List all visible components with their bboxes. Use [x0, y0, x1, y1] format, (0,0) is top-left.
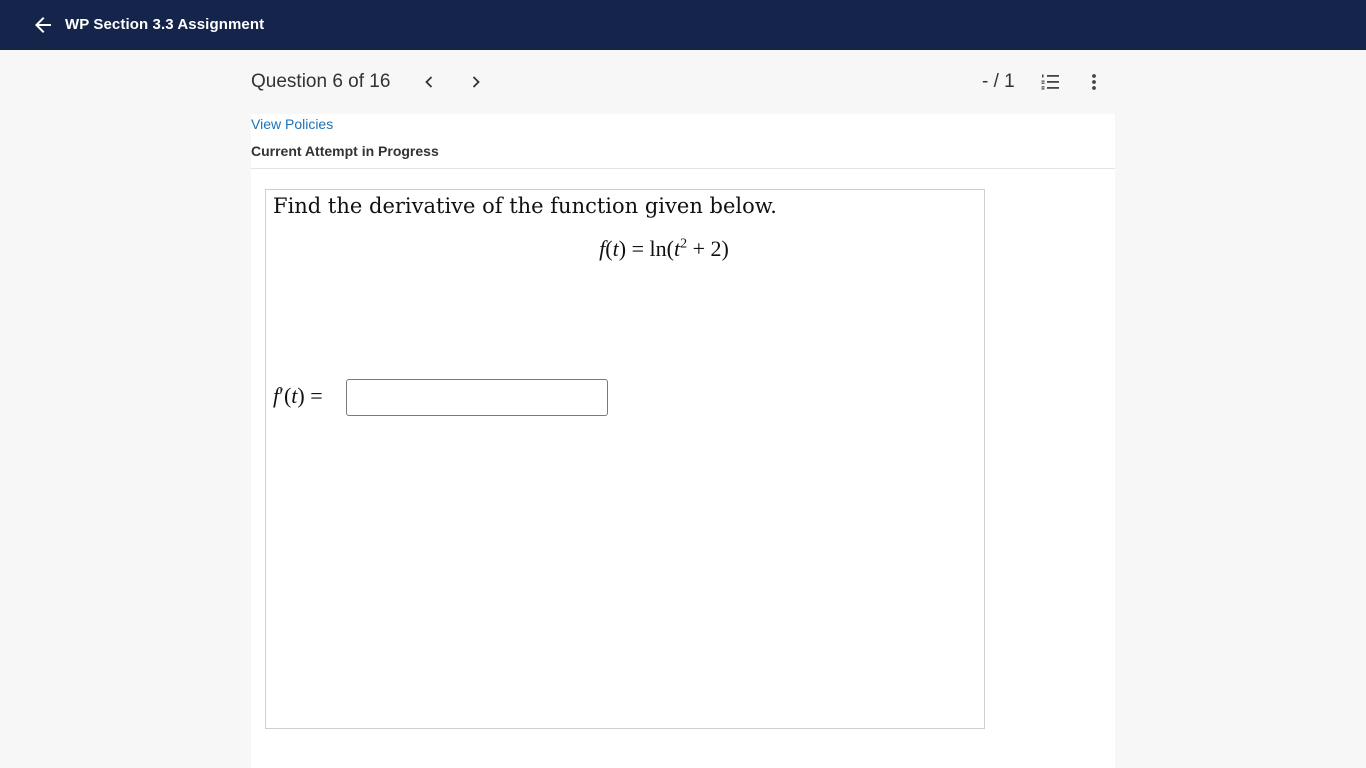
- more-options-button[interactable]: [1082, 70, 1106, 94]
- next-question-button[interactable]: [466, 72, 486, 92]
- more-vertical-icon: [1092, 74, 1096, 90]
- question-header: Question 6 of 16 - / 1: [0, 50, 1366, 114]
- ln-operator: ln: [649, 236, 667, 261]
- chevron-left-icon: [425, 76, 433, 88]
- answer-equals-sign: =: [310, 383, 323, 408]
- attempt-status: Current Attempt in Progress: [251, 143, 439, 159]
- chevron-right-icon: [472, 76, 480, 88]
- previous-question-button[interactable]: [419, 72, 439, 92]
- prime-mark: ′: [279, 383, 284, 408]
- question-score: - / 1: [982, 71, 1015, 92]
- derivative-variable: t: [291, 383, 298, 408]
- arrow-left-icon: [35, 17, 51, 33]
- question-panel: View Policies Current Attempt in Progres…: [251, 114, 1115, 768]
- question-counter: Question 6 of 16: [251, 71, 391, 92]
- numbered-list-icon: [1041, 74, 1059, 90]
- question-prompt: Find the derivative of the function give…: [273, 194, 777, 218]
- back-button[interactable]: [31, 13, 55, 37]
- assignment-title: WP Section 3.3 Assignment: [65, 16, 265, 33]
- question-list-button[interactable]: [1038, 70, 1062, 94]
- question-content: Find the derivative of the function give…: [265, 189, 985, 729]
- constant: 2: [710, 236, 722, 261]
- top-bar: WP Section 3.3 Assignment: [0, 0, 1366, 50]
- equals-sign: =: [631, 236, 644, 261]
- divider: [251, 168, 1115, 169]
- answer-input[interactable]: [346, 379, 608, 416]
- answer-label: f′(t) =: [273, 383, 323, 408]
- plus-sign: +: [692, 236, 705, 261]
- view-policies-link[interactable]: View Policies: [251, 116, 333, 132]
- exponent: 2: [680, 236, 688, 252]
- function-equation: f(t) = ln(t2 + 2): [599, 236, 729, 261]
- function-variable: t: [612, 236, 619, 261]
- function-name: f: [599, 236, 606, 261]
